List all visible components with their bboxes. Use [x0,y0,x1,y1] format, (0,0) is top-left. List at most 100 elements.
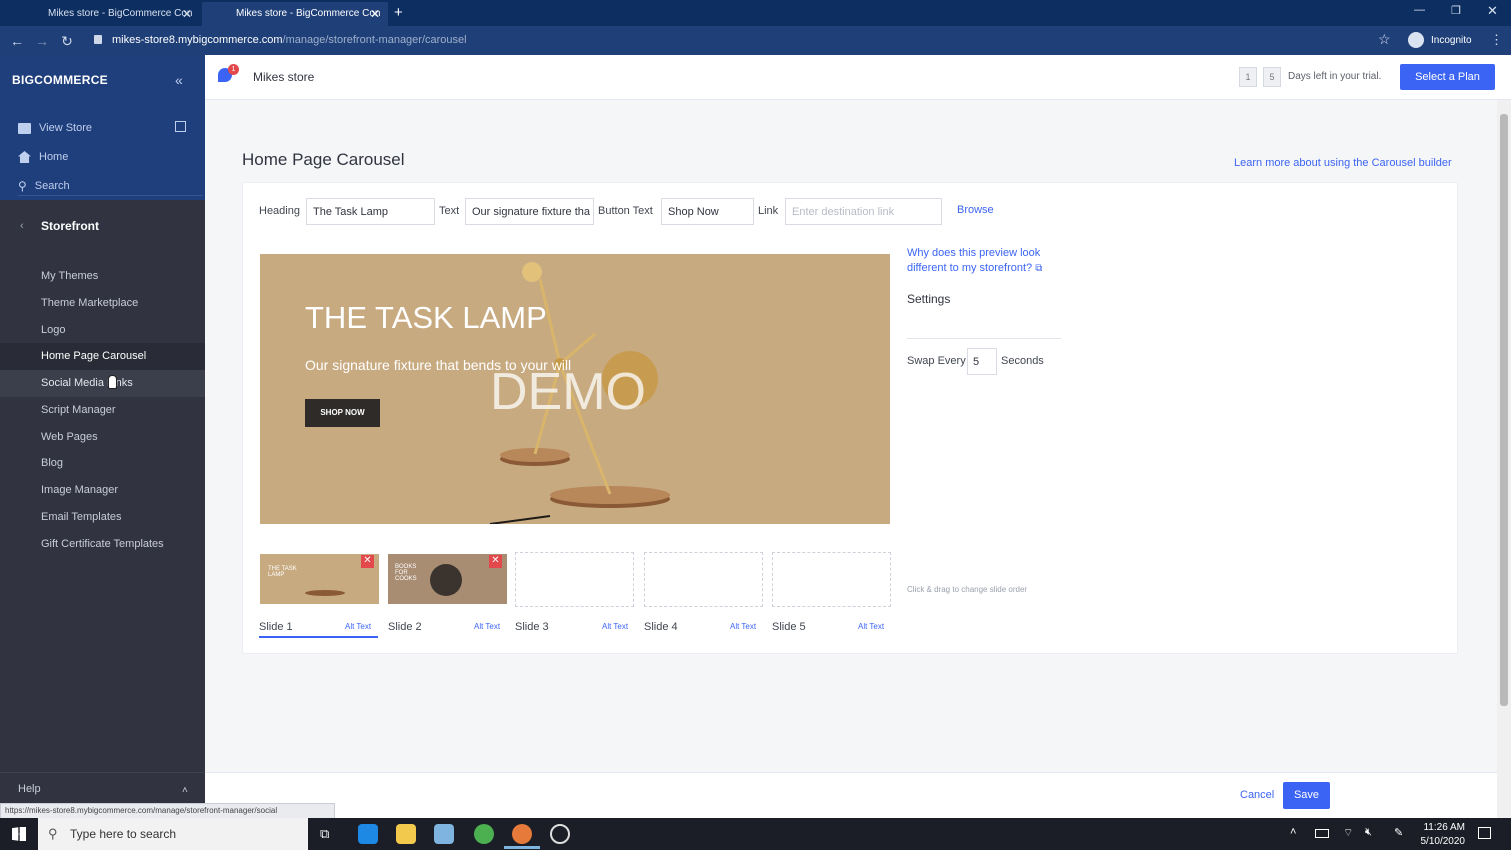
active-slide-indicator [259,636,378,638]
preview-help-link[interactable]: Why does this preview look different to … [907,246,1057,276]
pen-icon[interactable]: ✎ [1394,826,1403,839]
remove-slide-1-icon[interactable]: ✕ [361,555,374,568]
tray-chevron-icon[interactable]: ˄ [1290,826,1296,838]
slide-5-tab[interactable]: Slide 5 [772,621,806,633]
clock-app-icon[interactable] [550,824,570,844]
back-chevron-icon[interactable]: ‹ [20,220,24,232]
preview-heading: THE TASK LAMP [305,300,547,335]
sidebar-section-title[interactable]: Storefront [41,219,99,233]
external-link-icon: ⧉ [1035,263,1043,274]
heading-input[interactable]: The Task Lamp [306,198,435,225]
menu-icon[interactable]: ⋮ [1490,32,1503,48]
battery-icon[interactable] [1315,829,1329,838]
new-tab-icon[interactable]: + [394,4,403,21]
file-explorer-icon[interactable] [396,824,416,844]
browser-tab[interactable]: Mikes store - BigCommerce Con ✕ [14,2,200,26]
taskbar-time[interactable]: 11:26 AM [1421,822,1465,833]
sidebar-item-view-store[interactable]: View Store [18,118,92,138]
profile-label[interactable]: Incognito [1431,35,1472,46]
bigcommerce-logo[interactable]: BIGCOMMERCE [12,73,108,87]
slide-4-alt-text[interactable]: Alt Text [730,622,756,631]
settings-divider [907,338,1061,339]
task-view-icon[interactable]: ⧉ [320,826,329,842]
select-plan-button[interactable]: Select a Plan [1400,64,1495,90]
sidebar-item-theme-marketplace[interactable]: Theme Marketplace [41,297,138,309]
carousel-preview: DEMO THE TASK LAMP Our signature fixture… [260,254,890,524]
close-icon[interactable]: ✕ [182,7,192,21]
preview-shop-now-button[interactable]: SHOP NOW [305,399,380,427]
text-input[interactable]: Our signature fixture tha [465,198,594,225]
sidebar-item-gift-certificate-templates[interactable]: Gift Certificate Templates [41,538,164,550]
browser-tab-active[interactable]: Mikes store - BigCommerce Con ✕ [202,2,388,26]
notifications-icon[interactable] [1478,827,1491,839]
close-icon[interactable]: ✕ [370,7,380,21]
slide-thumbnail-5[interactable] [772,552,891,607]
sidebar-item-email-templates[interactable]: Email Templates [41,511,122,523]
trial-day-digit: 1 [1239,67,1257,87]
collapse-icon[interactable]: « [175,72,183,88]
restore-icon[interactable]: ❐ [1451,4,1461,17]
active-app-indicator [504,846,540,849]
sidebar-item-home-page-carousel[interactable]: Home Page Carousel [41,350,146,362]
window-close-icon[interactable]: ✕ [1487,3,1498,19]
browse-link[interactable]: Browse [957,204,994,216]
help-link[interactable]: Help [18,783,41,795]
sidebar-item-home[interactable]: Home [18,147,68,167]
sidebar-item-web-pages[interactable]: Web Pages [41,431,98,443]
volume-icon[interactable]: 🔇︎ [1365,826,1372,839]
save-button[interactable]: Save [1283,782,1330,809]
edge-icon[interactable] [358,824,378,844]
link-label: Link [758,205,779,217]
slide-1-tab[interactable]: Slide 1 [259,621,293,633]
minimize-icon[interactable]: — [1414,4,1425,16]
slide-5-alt-text[interactable]: Alt Text [858,622,884,631]
chrome-icon[interactable] [474,824,494,844]
hand-cursor-icon [108,375,117,389]
thumb-lamp-base [305,590,345,596]
notepad-icon[interactable] [434,824,454,844]
slide-3-tab[interactable]: Slide 3 [515,621,549,633]
status-url-tooltip: https://mikes-store8.mybigcommerce.com/m… [0,803,335,819]
slide-1-alt-text[interactable]: Alt Text [345,622,371,631]
remove-slide-2-icon[interactable]: ✕ [489,555,502,568]
sidebar-item-social-media-links[interactable]: Social Media Links [41,377,133,389]
lock-icon [94,35,102,44]
back-icon[interactable]: ← [8,32,26,50]
slide-3-alt-text[interactable]: Alt Text [602,622,628,631]
search-icon: ⚲ [48,826,58,841]
sidebar-item-my-themes[interactable]: My Themes [41,270,98,282]
taskbar-search-placeholder: Type here to search [70,827,177,841]
sidebar-item-blog[interactable]: Blog [41,457,63,469]
search-icon: ⚲ [18,178,27,193]
url-field[interactable]: mikes-store8.mybigcommerce.com/manage/st… [112,34,467,46]
slide-2-alt-text[interactable]: Alt Text [474,622,500,631]
preview-text: Our signature fixture that bends to your… [305,357,572,373]
slide-thumbnail-3[interactable] [515,552,634,607]
link-input[interactable]: Enter destination link [785,198,942,225]
slide-4-tab[interactable]: Slide 4 [644,621,678,633]
external-link-icon[interactable] [175,121,186,132]
sidebar-search[interactable]: ⚲ Search [18,176,203,196]
slide-2-tab[interactable]: Slide 2 [388,621,422,633]
notification-badge: 1 [228,64,239,75]
swap-seconds-input[interactable]: 5 [967,348,997,375]
chrome-active-icon[interactable] [512,824,532,844]
slide-thumbnail-4[interactable] [644,552,763,607]
network-icon[interactable]: ⌔ [1343,826,1353,840]
reload-icon[interactable]: ↻ [58,32,76,50]
sidebar-item-script-manager[interactable]: Script Manager [41,404,116,416]
star-icon[interactable]: ☆ [1378,31,1391,48]
preview-help-text: Why does this preview look different to … [907,247,1041,274]
drag-hint: Click & drag to change slide order [907,585,1028,594]
cancel-button[interactable]: Cancel [1240,789,1274,801]
chevron-up-icon[interactable]: ˄ [182,785,188,796]
sidebar-item-logo[interactable]: Logo [41,324,65,336]
taskbar-search[interactable]: Type here to search [38,818,308,850]
learn-more-link[interactable]: Learn more about using the Carousel buil… [1234,157,1452,169]
taskbar-date[interactable]: 5/10/2020 [1419,836,1466,847]
button-text-input[interactable]: Shop Now [661,198,754,225]
scrollbar-thumb[interactable] [1500,114,1508,706]
trial-day-digit: 5 [1263,67,1281,87]
sidebar-item-image-manager[interactable]: Image Manager [41,484,118,496]
forward-icon[interactable]: → [33,32,51,50]
